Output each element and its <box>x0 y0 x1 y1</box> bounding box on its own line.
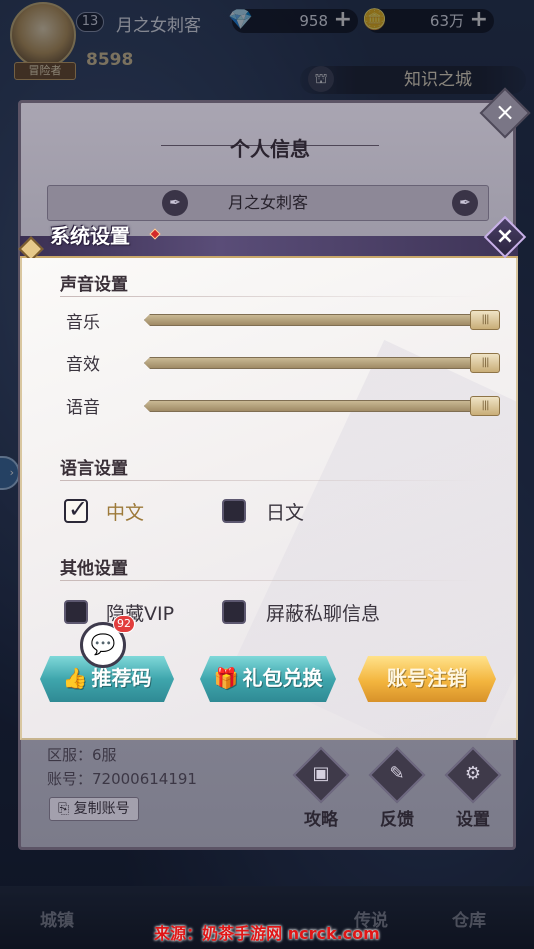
close-icon: × <box>495 224 515 249</box>
gift-icon: 🎁 <box>213 666 239 690</box>
voice-label: 语音 <box>66 398 100 418</box>
info-name-text: 月之女刺客 <box>227 193 308 212</box>
voice-slider-fill <box>145 401 497 411</box>
gift-label: 礼包兑换 <box>242 666 323 690</box>
block-pm-label[interactable]: 屏蔽私聊信息 <box>266 599 380 626</box>
cancel-account-label: 账号注销 <box>387 666 467 690</box>
source-watermark: 来源：奶茶手游网 ncrck.com <box>154 924 380 943</box>
feather-pen-icon[interactable]: ✒ <box>162 190 188 216</box>
server-info: 区服：6服 账号：72000614191 <box>47 743 197 791</box>
music-label: 音乐 <box>66 313 100 333</box>
server-label: 区服：6服 <box>47 746 117 764</box>
chat-unread-badge: 92 <box>113 615 135 633</box>
voice-slider-thumb[interactable]: ||| <box>470 396 500 416</box>
sound-section-title: 声音设置 <box>60 275 128 295</box>
gift-redeem-button[interactable]: 🎁 礼包兑换 <box>200 656 336 702</box>
section-divider <box>60 580 480 581</box>
section-divider <box>60 296 480 297</box>
thumbs-up-icon: 👍 <box>62 666 88 690</box>
info-panel-title: 个人信息 <box>230 137 310 161</box>
language-section-title: 语言设置 <box>60 459 128 479</box>
settings-label: 设置 <box>456 810 490 830</box>
guide-icon: ▣ <box>312 763 330 784</box>
hide-vip-checkbox[interactable] <box>64 600 88 624</box>
copy-account-label: 复制账号 <box>73 801 130 817</box>
music-slider-thumb[interactable]: ||| <box>470 310 500 330</box>
referral-label: 推荐码 <box>91 666 152 690</box>
music-slider[interactable] <box>144 314 498 326</box>
guide-label: 攻略 <box>304 810 338 830</box>
section-divider <box>60 480 480 481</box>
voice-slider[interactable] <box>144 400 498 412</box>
edit-pen-icon[interactable]: ✒ <box>452 190 478 216</box>
japanese-label[interactable]: 日文 <box>266 498 304 525</box>
feedback-button[interactable]: ✎ 反馈 <box>367 746 427 831</box>
guide-button[interactable]: ▣ 攻略 <box>291 746 351 831</box>
account-label: 账号：72000614191 <box>47 770 197 788</box>
gear-icon: ⚙ <box>464 763 482 784</box>
sfx-slider[interactable] <box>144 357 498 369</box>
info-name-field: ✒ 月之女刺客 ✒ <box>47 185 489 221</box>
japanese-checkbox[interactable] <box>222 499 246 523</box>
settings-title: 系统设置 <box>50 224 130 248</box>
block-pm-checkbox[interactable] <box>222 600 246 624</box>
sfx-label: 音效 <box>66 355 100 375</box>
close-icon: × <box>494 98 516 126</box>
music-slider-fill <box>145 315 497 325</box>
info-side-buttons: ▣ 攻略 ✎ 反馈 ⚙ 设置 <box>291 746 511 831</box>
chinese-checkbox[interactable]: ✓ <box>64 495 88 523</box>
sfx-slider-thumb[interactable]: ||| <box>470 353 500 373</box>
sfx-slider-fill <box>145 358 497 368</box>
other-section-title: 其他设置 <box>60 559 128 579</box>
settings-button[interactable]: ⚙ 设置 <box>443 746 503 831</box>
copy-icon: ⎘ <box>58 801 70 817</box>
feedback-label: 反馈 <box>380 810 414 830</box>
feedback-icon: ✎ <box>389 763 405 784</box>
copy-account-button[interactable]: ⎘ 复制账号 <box>49 797 139 821</box>
chat-icon: 💬 <box>90 632 116 656</box>
chinese-label[interactable]: 中文 <box>106 498 144 525</box>
check-icon: ✓ <box>68 495 89 523</box>
cancel-account-button[interactable]: 账号注销 <box>358 656 496 702</box>
